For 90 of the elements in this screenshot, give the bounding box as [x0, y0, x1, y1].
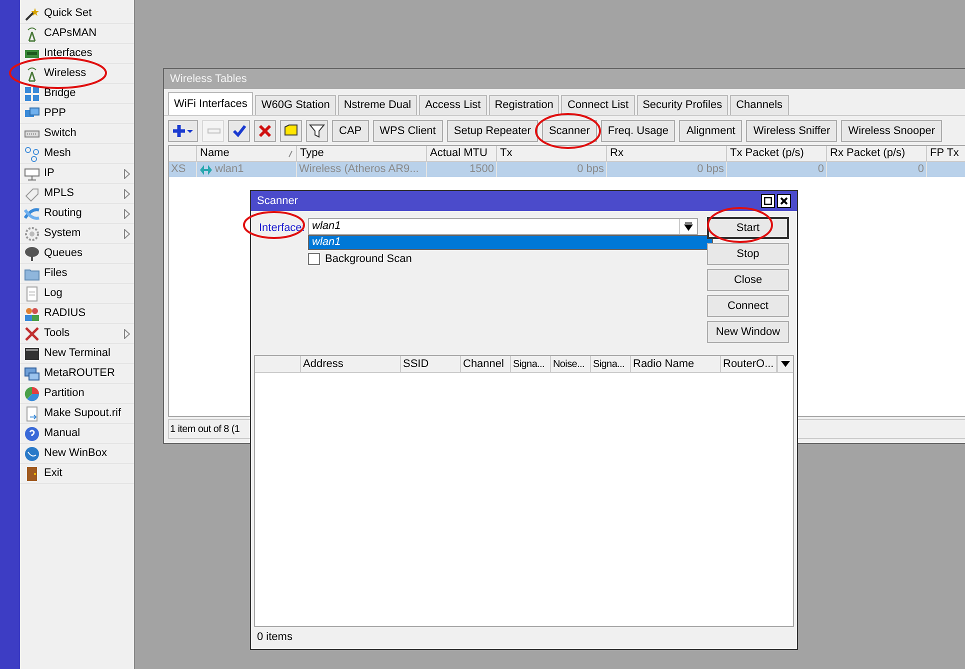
table-cell-text: XS: [171, 162, 186, 178]
tab[interactable]: Connect List: [561, 95, 635, 115]
menu-item[interactable]: Switch: [44, 125, 76, 142]
dialog-button[interactable]: Connect: [707, 295, 789, 317]
menu-item[interactable]: Log: [44, 285, 62, 302]
column-header[interactable]: FP Tx: [927, 146, 965, 161]
toolbar-button[interactable]: Wireless Sniffer: [746, 120, 838, 142]
dialog-button[interactable]: Start: [707, 217, 789, 239]
toolbar-button[interactable]: Freq. Usage: [600, 120, 676, 142]
menu-item[interactable]: New Terminal: [44, 345, 110, 362]
column-label: Tx: [500, 146, 512, 162]
menu-item[interactable]: Partition: [44, 385, 84, 402]
menu-item[interactable]: PPP: [44, 105, 66, 122]
column-header[interactable]: Rx Packet (p/s): [827, 146, 927, 161]
menu-item[interactable]: Bridge: [44, 85, 76, 102]
column-header[interactable]: Tx: [497, 146, 607, 161]
column-header[interactable]: Address: [301, 356, 401, 372]
column-label: Rx Packet (p/s): [830, 146, 906, 162]
menu-item[interactable]: Manual: [44, 425, 80, 442]
table-cell-text: 0 bps: [697, 162, 724, 178]
column-header[interactable]: Signa...: [511, 356, 551, 372]
dialog-button[interactable]: Close: [707, 269, 789, 291]
menu-item[interactable]: Files: [44, 265, 68, 282]
column-header[interactable]: SSID: [401, 356, 461, 372]
tab[interactable]: Registration: [488, 95, 560, 115]
menu-item[interactable]: CAPsMAN: [44, 25, 97, 42]
toolbar-button[interactable]: Scanner: [542, 120, 597, 142]
tab[interactable]: Channels: [730, 95, 789, 115]
column-header[interactable]: Tx Packet (p/s): [727, 146, 827, 161]
table-cell-text: 0 bps: [577, 162, 604, 178]
column-label: SSID: [403, 356, 429, 372]
column-header[interactable]: Actual MTU: [427, 146, 497, 161]
table-cell-text: 1500: [470, 162, 494, 178]
menu-item[interactable]: Mesh: [44, 145, 71, 162]
column-label: Channel: [463, 356, 504, 372]
toolbar-button[interactable]: CAP: [332, 120, 369, 142]
column-header[interactable]: Rx: [607, 146, 727, 161]
column-header[interactable]: Type: [297, 146, 427, 161]
status-text: 1 item out of 8 (1: [170, 422, 240, 436]
interface-field[interactable]: wlan1: [308, 218, 698, 235]
column-label: Noise...: [553, 358, 585, 372]
table-cell-text: Wireless (Atheros AR9...: [299, 162, 419, 178]
field-value: wlan1: [311, 219, 342, 234]
window-title: Scanner: [257, 194, 298, 209]
checkbox-label: Background Scan: [325, 252, 412, 267]
column-label: Tx Packet (p/s): [730, 146, 804, 162]
column-label: Signa...: [593, 358, 625, 372]
menu-item[interactable]: MPLS: [44, 185, 74, 202]
menu-item[interactable]: Quick Set: [44, 5, 92, 22]
column-label: Signa...: [513, 358, 545, 372]
dialog-button[interactable]: New Window: [707, 321, 789, 343]
column-header[interactable]: Name: [197, 146, 297, 161]
tab[interactable]: Nstreme Dual: [338, 95, 418, 115]
column-header[interactable]: Noise...: [551, 356, 591, 372]
menu-item[interactable]: Make Supout.rif: [44, 405, 122, 422]
menu-item[interactable]: Interfaces: [44, 45, 92, 62]
column-header[interactable]: Channel: [461, 356, 511, 372]
column-label: Actual MTU: [430, 146, 488, 162]
column-label: Rx: [610, 146, 624, 162]
menu-item[interactable]: Exit: [44, 465, 62, 482]
column-header[interactable]: Signa...: [591, 356, 631, 372]
tab[interactable]: W60G Station: [255, 95, 336, 115]
table-cell-text: 0: [918, 162, 924, 178]
toolbar-button[interactable]: Wireless Snooper: [841, 120, 942, 142]
table-cell-text: wlan1: [215, 162, 244, 178]
window-title: Wireless Tables: [170, 72, 247, 87]
column-label: Address: [303, 356, 344, 372]
table-cell-text: 0: [818, 162, 824, 178]
menu-item[interactable]: System: [44, 225, 81, 242]
dropdown-option[interactable]: wlan1: [309, 236, 712, 249]
dialog-button[interactable]: Stop: [707, 243, 789, 265]
column-header[interactable]: Radio Name: [631, 356, 721, 372]
tab[interactable]: WiFi Interfaces: [168, 92, 254, 115]
tab[interactable]: Security Profiles: [636, 95, 728, 115]
column-label: Name: [200, 146, 230, 162]
menu-item[interactable]: Queues: [44, 245, 83, 262]
column-label: FP Tx: [930, 146, 959, 162]
tab[interactable]: Access List: [419, 95, 487, 115]
menu-item[interactable]: Routing: [44, 205, 82, 222]
toolbar-button[interactable]: Setup Repeater: [446, 120, 538, 142]
menu-item[interactable]: Tools: [44, 325, 70, 342]
toolbar-button[interactable]: WPS Client: [372, 120, 443, 142]
column-label: Radio Name: [633, 356, 694, 372]
menu-item[interactable]: RADIUS: [44, 305, 86, 322]
menu-item[interactable]: IP: [44, 165, 54, 182]
toolbar-button[interactable]: Alignment: [679, 120, 742, 142]
menu-item[interactable]: MetaROUTER: [44, 365, 115, 382]
menu-item[interactable]: New WinBox: [44, 445, 107, 462]
status-text: 0 items: [257, 630, 292, 646]
column-label: Type: [300, 146, 324, 162]
